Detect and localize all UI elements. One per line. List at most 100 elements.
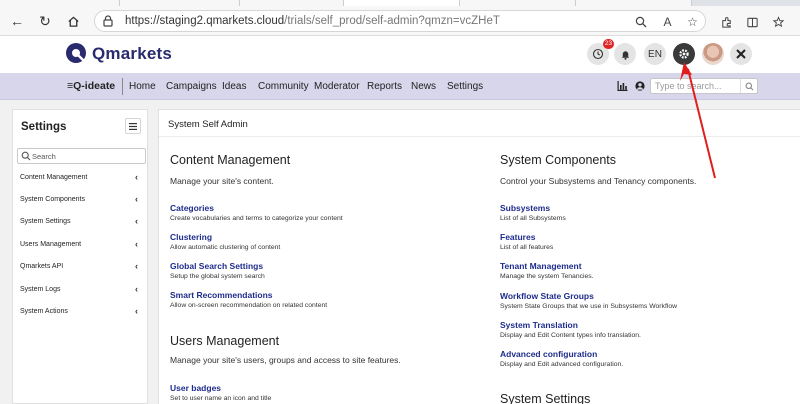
global-search xyxy=(650,78,758,94)
link-system-translation[interactable]: System Translation xyxy=(500,320,578,330)
split-screen-icon[interactable] xyxy=(744,14,760,30)
section-description: Manage your site's users, groups and acc… xyxy=(170,355,401,365)
bar-chart-icon[interactable] xyxy=(616,80,628,92)
nav-news[interactable]: News xyxy=(411,81,436,92)
search-icon xyxy=(21,151,31,161)
page-title: System Self Admin xyxy=(168,119,248,130)
sidebar-item-system-actions[interactable]: System Actions ‹ xyxy=(13,302,147,322)
chevron-left-icon: ‹ xyxy=(135,172,138,182)
nav-ideas[interactable]: Ideas xyxy=(222,81,246,92)
gear-icon xyxy=(679,49,689,59)
sidebar-item-label: Qmarkets API xyxy=(20,263,64,270)
url-text[interactable]: https://staging2.qmarkets.cloud/trials/s… xyxy=(125,15,500,27)
link-features[interactable]: Features xyxy=(500,232,535,242)
qmarkets-logo-icon[interactable] xyxy=(65,42,87,64)
main-nav: ≡Q-ideate Home Campaigns Ideas Community… xyxy=(0,73,800,100)
link-description: Manage the system Tenancies. xyxy=(500,273,594,280)
section-heading-users-management: Users Management xyxy=(170,334,280,348)
link-global-search-settings[interactable]: Global Search Settings xyxy=(170,261,263,271)
link-subsystems[interactable]: Subsystems xyxy=(500,203,550,213)
notification-count-badge: 23 xyxy=(602,39,614,49)
app-header: Qmarkets 23 EN xyxy=(0,36,800,73)
link-workflow-state-groups[interactable]: Workflow State Groups xyxy=(500,291,594,301)
logo-text[interactable]: Qmarkets xyxy=(92,44,172,64)
chevron-left-icon: ‹ xyxy=(135,306,138,316)
reload-icon[interactable]: ↻ xyxy=(36,12,54,30)
sidebar-item-content-management[interactable]: Content Management ‹ xyxy=(13,168,147,188)
sidebar-menu-button[interactable] xyxy=(125,118,141,134)
activity-clock-icon xyxy=(592,48,604,60)
nav-moderator[interactable]: Moderator xyxy=(314,81,360,92)
sidebar-item-users-management[interactable]: Users Management ‹ xyxy=(13,235,147,255)
section-description: Manage your site's content. xyxy=(170,176,274,186)
section-heading-system-components: System Components xyxy=(500,153,617,167)
sidebar-item-label: System Logs xyxy=(20,286,61,293)
link-description: Allow automatic clustering of content xyxy=(170,244,281,251)
global-search-input[interactable] xyxy=(651,79,739,93)
sidebar-item-label: Users Management xyxy=(20,241,82,248)
section-heading-content-management: Content Management xyxy=(170,153,291,167)
settings-sidebar: Settings Content Management ‹ System Com… xyxy=(12,109,148,404)
tools-button[interactable] xyxy=(730,43,752,65)
read-aloud-icon[interactable]: A xyxy=(660,14,675,29)
favorites-icon[interactable] xyxy=(770,14,786,30)
q-ideate-menu[interactable]: ≡Q-ideate xyxy=(67,80,115,92)
link-description: Display and Edit advanced configuration. xyxy=(500,361,624,368)
extensions-icon[interactable] xyxy=(718,14,734,30)
user-avatar[interactable] xyxy=(702,43,724,65)
link-description: Setup the global system search xyxy=(170,273,265,280)
lock-icon[interactable] xyxy=(101,14,115,28)
link-description: Create vocabularies and terms to categor… xyxy=(170,215,343,222)
sidebar-item-system-settings[interactable]: System Settings ‹ xyxy=(13,212,147,232)
alerts-button[interactable] xyxy=(614,43,636,65)
section-description: Control your Subsystems and Tenancy comp… xyxy=(500,176,697,186)
language-button[interactable]: EN xyxy=(644,43,666,65)
user-profile-icon[interactable] xyxy=(634,80,646,92)
sidebar-item-label: Content Management xyxy=(20,174,88,181)
tools-icon xyxy=(736,49,746,59)
brand-label: Q-ideate xyxy=(73,80,116,92)
search-button[interactable] xyxy=(740,79,757,93)
back-icon[interactable]: ← xyxy=(8,12,26,30)
link-advanced-configuration[interactable]: Advanced configuration xyxy=(500,349,597,359)
link-description: Display and Edit Content types info tran… xyxy=(500,332,641,339)
nav-campaigns[interactable]: Campaigns xyxy=(166,81,217,92)
admin-settings-button[interactable] xyxy=(673,43,695,65)
zoom-icon[interactable] xyxy=(633,14,648,29)
url-host: https://staging2.qmarkets.cloud xyxy=(125,15,285,27)
link-description: List of all Subsystems xyxy=(500,215,566,222)
notifications-activity-button[interactable]: 23 xyxy=(587,39,614,65)
nav-home[interactable]: Home xyxy=(129,81,156,92)
sidebar-search xyxy=(17,148,146,164)
nav-settings[interactable]: Settings xyxy=(447,81,483,92)
sidebar-item-qmarkets-api[interactable]: Qmarkets API ‹ xyxy=(13,257,147,277)
link-categories[interactable]: Categories xyxy=(170,203,214,213)
link-description: List of all features xyxy=(500,244,554,251)
link-description: Set to user name an icon and title xyxy=(170,395,272,402)
address-bar[interactable]: https://staging2.qmarkets.cloud/trials/s… xyxy=(94,10,706,32)
link-description: Allow on-screen recommendation on relate… xyxy=(170,302,328,309)
sidebar-item-system-logs[interactable]: System Logs ‹ xyxy=(13,280,147,300)
browser-toolbar: ← ↻ https://staging2.qmarkets.cloud/tria… xyxy=(0,6,800,36)
chevron-left-icon: ‹ xyxy=(135,216,138,226)
sidebar-item-label: System Actions xyxy=(20,308,68,315)
favorite-star-icon[interactable]: ☆ xyxy=(685,14,700,29)
sidebar-item-label: System Components xyxy=(20,196,85,203)
link-clustering[interactable]: Clustering xyxy=(170,232,212,242)
chevron-left-icon: ‹ xyxy=(135,239,138,249)
link-smart-recommendations[interactable]: Smart Recommendations xyxy=(170,290,273,300)
nav-community[interactable]: Community xyxy=(258,81,309,92)
chevron-left-icon: ‹ xyxy=(135,261,138,271)
sidebar-item-system-components[interactable]: System Components ‹ xyxy=(13,190,147,210)
bell-icon xyxy=(621,50,629,60)
title-divider xyxy=(159,136,800,137)
link-tenant-management[interactable]: Tenant Management xyxy=(500,261,582,271)
nav-reports[interactable]: Reports xyxy=(367,81,402,92)
link-user-badges[interactable]: User badges xyxy=(170,383,221,393)
home-icon[interactable] xyxy=(64,12,82,30)
nav-divider xyxy=(122,78,123,95)
link-description: System State Groups that we use in Subsy… xyxy=(500,303,678,310)
self-admin-panel: System Self Admin Content Management Man… xyxy=(158,109,800,404)
search-icon xyxy=(745,82,753,90)
sidebar-search-input[interactable] xyxy=(32,149,142,163)
